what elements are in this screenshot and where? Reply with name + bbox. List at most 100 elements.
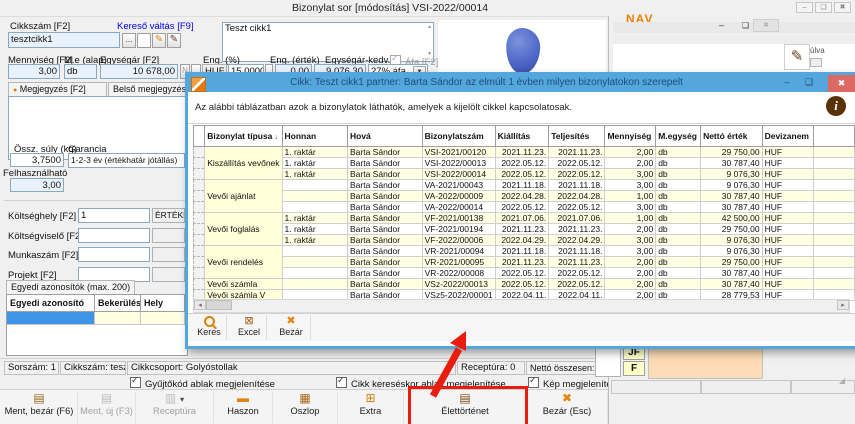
- doc-cell[interactable]: 1. raktár: [282, 235, 347, 246]
- edit-pencil-icon[interactable]: ✎: [152, 33, 166, 48]
- doc-cell[interactable]: Barta Sándor: [348, 191, 423, 202]
- toolbar-button-haszon[interactable]: ▬Haszon: [214, 392, 273, 423]
- toolbar-button-ment-uj[interactable]: ▤Ment, új (F3): [78, 392, 136, 423]
- doc-cell[interactable]: 30 787,40: [701, 268, 763, 279]
- doc-cell[interactable]: [814, 224, 855, 235]
- doc-cell[interactable]: Barta Sándor: [348, 169, 423, 180]
- doc-cell[interactable]: 3,00: [605, 202, 656, 213]
- resize-grip-icon[interactable]: ◢: [839, 376, 845, 385]
- doc-table-row[interactable]: Barta SándorVR-2021/000952021.11.23.2021…: [194, 257, 855, 268]
- doc-cell[interactable]: 2021.11.23.: [549, 257, 605, 268]
- doc-cell[interactable]: 2022.05.12.: [549, 158, 605, 169]
- doc-cell[interactable]: 2021.11.18.: [549, 180, 605, 191]
- doc-cell[interactable]: 1. raktár: [282, 147, 347, 158]
- doc-cell[interactable]: VA-2021/00043: [422, 180, 495, 191]
- doc-cell[interactable]: 1,00: [605, 213, 656, 224]
- doc-cell[interactable]: HUF: [762, 279, 814, 290]
- doc-table-row[interactable]: Barta SándorVA-2022/000142022.05.12.2022…: [194, 202, 855, 213]
- doc-cell[interactable]: 2021.11.23.: [495, 147, 549, 158]
- row-selector[interactable]: [194, 169, 205, 180]
- kereso-valtas-link[interactable]: Kereső váltás [F9]: [117, 21, 194, 32]
- doc-cell[interactable]: 2021.07.06.: [549, 213, 605, 224]
- row-selector[interactable]: [194, 202, 205, 213]
- doc-table-row[interactable]: 1. raktárBarta SándorVSI-2022/000142022.…: [194, 169, 855, 180]
- doc-cell[interactable]: [814, 169, 855, 180]
- dialog-titlebar[interactable]: Cikk: Teszt cikk1 partner: Barta Sándor …: [188, 75, 855, 92]
- doc-cell[interactable]: 2,00: [605, 268, 656, 279]
- egysegar-input[interactable]: 10 678,00: [100, 64, 178, 79]
- dialog-button-excel[interactable]: ⊠Excel: [232, 315, 267, 340]
- doc-table-row[interactable]: Vevői rendelésBarta SándorVR-2021/000942…: [194, 246, 855, 257]
- doc-type-group-cell[interactable]: Vevői ajánlat: [205, 180, 282, 213]
- doc-cell[interactable]: HUF: [762, 202, 814, 213]
- egyedi-cell[interactable]: [141, 312, 185, 325]
- maximize-icon[interactable]: ❏: [801, 75, 817, 92]
- doc-cell[interactable]: db: [656, 257, 701, 268]
- doc-cell[interactable]: [282, 191, 347, 202]
- doc-cell[interactable]: 1. raktár: [282, 213, 347, 224]
- doc-cell[interactable]: [282, 268, 347, 279]
- doc-cell[interactable]: [814, 268, 855, 279]
- doc-cell[interactable]: 2021.11.18.: [495, 180, 549, 191]
- doc-cell[interactable]: 30 787,40: [701, 158, 763, 169]
- doc-col-header[interactable]: M.egység: [656, 126, 701, 147]
- row-selector[interactable]: [194, 268, 205, 279]
- doc-cell[interactable]: HUF: [762, 224, 814, 235]
- doc-cell[interactable]: 2,00: [605, 158, 656, 169]
- doc-cell[interactable]: VF-2021/00194: [422, 224, 495, 235]
- doc-table-row[interactable]: 1. raktárBarta SándorVSI-2022/000132022.…: [194, 158, 855, 169]
- doc-cell[interactable]: db: [656, 202, 701, 213]
- horizontal-scrollbar[interactable]: ◂ ▸: [193, 299, 850, 313]
- doc-cell[interactable]: HUF: [762, 158, 814, 169]
- garancia-select[interactable]: 1-2-3 év (értékhatár jótállás): [68, 153, 185, 168]
- doc-cell[interactable]: [282, 279, 347, 290]
- doc-cell[interactable]: [814, 158, 855, 169]
- me-alap-input[interactable]: db: [64, 64, 97, 79]
- scroll-left-icon[interactable]: ◂: [194, 300, 206, 310]
- doc-table-row[interactable]: 1. raktárBarta SándorVF-2021/001942021.1…: [194, 224, 855, 235]
- doc-cell[interactable]: 1. raktár: [282, 224, 347, 235]
- doc-type-group-cell[interactable]: Vevői rendelés: [205, 246, 282, 279]
- doc-cell[interactable]: db: [656, 180, 701, 191]
- egyedi-col-header[interactable]: Egyedi azonosító: [7, 295, 95, 312]
- doc-cell[interactable]: VSI-2021/00120: [422, 147, 495, 158]
- doc-cell[interactable]: 2021.11.23.: [549, 147, 605, 158]
- doc-cell[interactable]: 2021.07.06.: [495, 213, 549, 224]
- edit-note-icon[interactable]: ✎: [784, 44, 810, 70]
- doc-cell[interactable]: 2022.04.29.: [495, 235, 549, 246]
- toolbar-button-oszlop[interactable]: ▦Oszlop: [273, 392, 338, 423]
- close-icon[interactable]: ✖: [828, 75, 855, 92]
- doc-cell[interactable]: 2,00: [605, 279, 656, 290]
- minimize-icon[interactable]: –: [779, 75, 795, 92]
- doc-cell[interactable]: 1,00: [605, 191, 656, 202]
- doc-col-header[interactable]: Honnan: [282, 126, 347, 147]
- doc-cell[interactable]: db: [656, 169, 701, 180]
- egyedi-cell[interactable]: [95, 312, 141, 325]
- doc-cell[interactable]: 29 750,00: [701, 147, 763, 158]
- doc-col-header[interactable]: Hová: [348, 126, 423, 147]
- row-selector[interactable]: [194, 147, 205, 158]
- doc-cell[interactable]: 3,00: [605, 180, 656, 191]
- row-selector[interactable]: [194, 191, 205, 202]
- toolbar-button-receptura[interactable]: ▥▾Receptúra: [136, 392, 214, 423]
- doc-cell[interactable]: 3,00: [605, 246, 656, 257]
- row-selector[interactable]: [194, 257, 205, 268]
- doc-cell[interactable]: 2022.04.29.: [549, 235, 605, 246]
- doc-cell[interactable]: 2022.05.12.: [495, 202, 549, 213]
- doc-cell[interactable]: [282, 257, 347, 268]
- doc-cell[interactable]: 2022.05.12.: [495, 169, 549, 180]
- dialog-button-bezar[interactable]: ✖Bezár: [272, 315, 311, 340]
- doc-cell[interactable]: 29 750,00: [701, 257, 763, 268]
- doc-cell[interactable]: Barta Sándor: [348, 235, 423, 246]
- doc-cell[interactable]: Barta Sándor: [348, 147, 423, 158]
- doc-cell[interactable]: HUF: [762, 147, 814, 158]
- doc-cell[interactable]: VR-2021/00095: [422, 257, 495, 268]
- cikkszam-input[interactable]: tesztcikk1: [8, 32, 120, 48]
- doc-cell[interactable]: 1. raktár: [282, 158, 347, 169]
- egyedi-selected-cell[interactable]: [7, 312, 95, 325]
- minimize-icon[interactable]: –: [713, 21, 730, 32]
- doc-cell[interactable]: 2021.11.23.: [495, 257, 549, 268]
- doc-cell[interactable]: [814, 213, 855, 224]
- doc-cell[interactable]: [814, 235, 855, 246]
- doc-cell[interactable]: 2,00: [605, 147, 656, 158]
